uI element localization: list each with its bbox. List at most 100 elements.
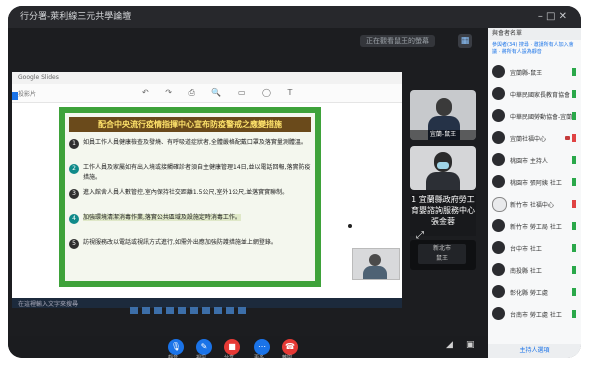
list-item[interactable]: 南投縣 社工 <box>488 260 581 280</box>
participants-panel: 與會者名單 參與者(34) 搜尋 · 邀請所有人加入會議 · 將所有人設為靜音 … <box>488 28 581 358</box>
item-number: 5 <box>69 239 79 249</box>
mic-status-icon[interactable] <box>572 112 576 120</box>
mic-muted-icon[interactable] <box>572 134 576 142</box>
slides-toolbar: 投影片 ↶ ↷ ⎙ 🔍 ▭ ◯ T <box>12 84 402 103</box>
fullscreen-icon[interactable]: ⤢ <box>416 230 424 241</box>
share-label: 分享 <box>224 355 235 358</box>
list-item[interactable]: 中華民國勞動協會-宜蘭 <box>488 106 581 126</box>
mic-status-icon[interactable] <box>572 288 576 296</box>
slides-app-title: Google Slides <box>18 74 59 81</box>
panel-subtitle[interactable]: 參與者(34) 搜尋 · 邀請所有人加入會議 · 將所有人設為靜音 <box>492 42 578 56</box>
avatar <box>492 285 505 298</box>
list-item[interactable]: 宜蘭社福中心 <box>488 128 581 148</box>
item-text: 工作人員及家屬如有出入境或接觸確診者須自主健康管理14日,並以電話回報,落實防疫… <box>83 164 311 181</box>
mic-status-icon[interactable] <box>572 310 576 318</box>
signal-icon[interactable]: ◢ <box>446 340 453 350</box>
item-number: 3 <box>69 189 79 199</box>
avatar <box>492 109 505 122</box>
app-icon[interactable] <box>214 307 222 314</box>
slide-item: 3 進入館舍人員人數管控,室內保持社交距離1.5公尺,室外1公尺,並落實實聯制。 <box>69 188 311 213</box>
app-icon[interactable] <box>238 307 246 314</box>
window-controls[interactable]: – □ ✕ <box>538 6 567 28</box>
panel-title: 與會者名單 <box>492 30 523 37</box>
avatar <box>492 219 505 232</box>
participant-name: 彰化縣 勞工處 <box>510 290 548 297</box>
mic-icon[interactable]: 🎙 <box>168 339 184 355</box>
avatar <box>492 241 505 254</box>
list-item[interactable]: 彰化縣 勞工處 <box>488 282 581 302</box>
window-title: 行分署-萊利線三元共學論壇 <box>20 12 132 22</box>
mic-status-icon[interactable] <box>572 68 576 76</box>
windows-taskbar: 在這裡輸入文字來搜尋 <box>12 298 402 314</box>
layout-icon[interactable]: ▣ <box>466 340 475 350</box>
viewing-screen-chip[interactable]: 正在觀看鼠王的螢幕 <box>360 35 435 47</box>
participant-name: 台中市 社工 <box>510 246 542 253</box>
toolbar-icons: ↶ ↷ ⎙ 🔍 ▭ ◯ T <box>142 88 300 97</box>
list-item[interactable]: 中華民國家長教育協會 <box>488 84 581 104</box>
participant-name: 宜蘭縣-鼠王 <box>510 70 543 77</box>
mic-status-icon[interactable] <box>572 156 576 164</box>
share-status-bar: 正在觀看鼠王的螢幕 ▦ <box>268 32 478 50</box>
app-icon[interactable] <box>142 307 150 314</box>
participant-tile[interactable]: 新北市 鼠王 <box>410 240 476 270</box>
presentation-slide: 配合中央流行疫情指揮中心宣布防疫警戒之應變措施 1 如員工作人員健康檢查及發燒、… <box>59 107 321 287</box>
participant-name: 新竹市 社福中心 <box>510 202 554 209</box>
slide-items: 1 如員工作人員健康檢查及發燒、有呼吸道症狀者,全體嚴格配戴口罩及落實量測體溫。… <box>69 138 311 263</box>
avatar <box>492 197 507 212</box>
speaker-view-icon[interactable]: ▦ <box>458 34 472 48</box>
app-icon[interactable] <box>178 307 186 314</box>
host-options-link[interactable]: 主持人選項 <box>488 344 581 358</box>
taskbar-search[interactable]: 在這裡輸入文字來搜尋 <box>18 299 78 308</box>
participant-name: 桃園市 張阿姨 社工 <box>510 180 562 187</box>
presenter-thumbnail <box>352 248 400 280</box>
app-icon[interactable] <box>130 307 138 314</box>
panel-header: 與會者名單 <box>488 28 581 40</box>
item-number: 4 <box>69 214 79 224</box>
video-off-icon[interactable] <box>565 136 570 140</box>
mic-status-icon[interactable] <box>572 90 576 98</box>
item-text: 如員工作人員健康檢查及發燒、有呼吸道症狀者,全體嚴格配戴口罩及落實量測體溫。 <box>83 139 307 146</box>
video-label: 視訊 <box>196 355 207 358</box>
share-icon[interactable]: ■ <box>224 339 240 355</box>
mic-status-icon[interactable] <box>572 244 576 252</box>
list-item[interactable]: 桃園市 主持人 <box>488 150 581 170</box>
mouse-cursor <box>348 224 352 228</box>
mic-status-icon[interactable] <box>572 222 576 230</box>
list-item[interactable]: 新竹市 勞工局 社工 <box>488 216 581 236</box>
slide-item: 5 訪視服務改以電話或視訊方式進行,如需外出應加強防護措施並上網登錄。 <box>69 238 311 263</box>
participant-name: 新北市 鼠王 <box>418 244 466 264</box>
app-icon[interactable] <box>226 307 234 314</box>
more-label: 更多 <box>254 355 265 358</box>
list-item[interactable]: 宜蘭縣-鼠王 <box>488 62 581 82</box>
list-item[interactable]: 新竹市 社福中心 <box>488 194 581 214</box>
more-icon[interactable]: ⋯ <box>254 339 270 355</box>
participant-tile[interactable] <box>410 146 476 190</box>
avatar <box>492 153 505 166</box>
avatar <box>492 307 505 320</box>
avatar <box>492 65 505 78</box>
hangup-icon[interactable]: ☎ <box>282 339 298 355</box>
title-bar: 行分署-萊利線三元共學論壇 – □ ✕ <box>8 6 581 28</box>
participant-name: 南投縣 社工 <box>510 268 542 275</box>
app-icon[interactable] <box>202 307 210 314</box>
app-icon[interactable] <box>166 307 174 314</box>
presenter-body <box>363 266 387 279</box>
participant-name: 宜蘭社福中心 <box>510 136 547 143</box>
app-icon[interactable] <box>190 307 198 314</box>
mic-muted-icon[interactable] <box>572 200 576 208</box>
list-item[interactable]: 台中市 社工 <box>488 238 581 258</box>
app-icon[interactable] <box>154 307 162 314</box>
avatar <box>492 263 505 276</box>
mic-status-icon[interactable] <box>572 178 576 186</box>
participant-tile[interactable]: 宜蘭-鼠王 <box>410 90 476 140</box>
shared-content-stage: 正在觀看鼠王的螢幕 ▦ Google Slides 投影片 ↶ ↷ ⎙ 🔍 ▭ … <box>8 28 488 336</box>
hangup-label: 離開 <box>282 355 293 358</box>
video-icon[interactable]: ✎ <box>196 339 212 355</box>
meeting-window: 行分署-萊利線三元共學論壇 – □ ✕ 正在觀看鼠王的螢幕 ▦ Google S… <box>8 6 581 358</box>
slide-item: 4 加強環境清潔消毒作業,落實公共區域及設施定時消毒工作。 <box>69 213 311 238</box>
mic-status-icon[interactable] <box>572 266 576 274</box>
list-item[interactable]: 台南市 勞工處 社工 <box>488 304 581 324</box>
participant-head <box>436 98 452 116</box>
item-text: 進入館舍人員人數管控,室內保持社交距離1.5公尺,室外1公尺,並落實實聯制。 <box>83 189 289 196</box>
list-item[interactable]: 桃園市 張阿姨 社工 <box>488 172 581 192</box>
